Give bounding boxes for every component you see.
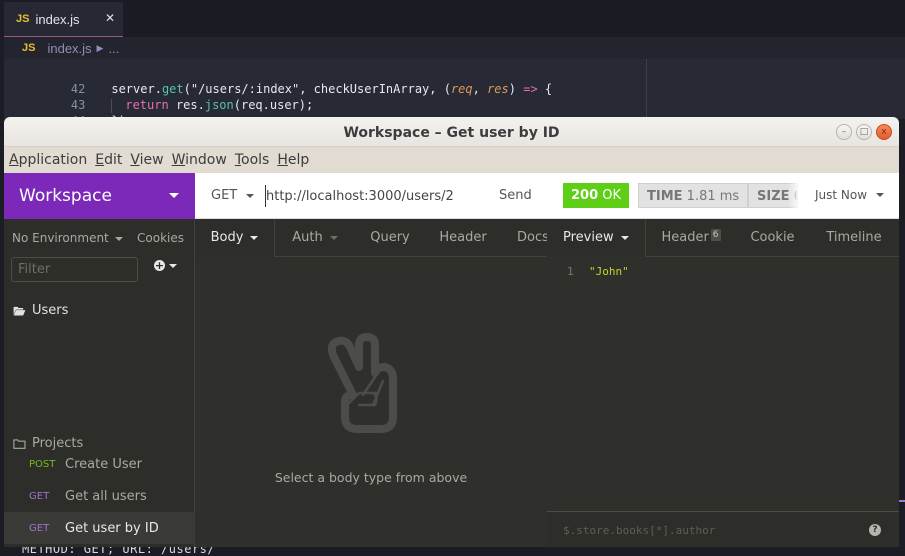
minimize-button[interactable]: – (836, 124, 852, 140)
request-item-get-all-users[interactable]: GET Get all users (4, 480, 195, 512)
response-filter-input[interactable] (563, 520, 863, 540)
request-name: Get user by ID (65, 520, 159, 536)
window-title: Workspace – Get user by ID (343, 125, 560, 141)
code-line: 42 server.get("/users/:index", checkUserI… (4, 65, 552, 96)
response-tabs: Preview Header 6 Cookie Timeline (547, 219, 899, 257)
body-empty-state: Select a body type from above (195, 257, 547, 547)
menu-view[interactable]: View (130, 152, 163, 168)
breadcrumb-more[interactable]: ... (108, 41, 119, 56)
maximize-button[interactable]: □ (856, 124, 872, 140)
tab-docs[interactable]: Docs (501, 219, 547, 257)
url-input[interactable] (265, 185, 475, 207)
tab-header[interactable]: Header (425, 219, 501, 257)
editor-tab-bar: JS index.js ✕ (0, 0, 905, 37)
chevron-down-icon (329, 235, 338, 240)
tab-preview[interactable]: Preview (547, 219, 646, 257)
chevron-down-icon (114, 236, 123, 241)
menu-application[interactable]: Application (9, 152, 87, 168)
add-request-button[interactable]: + (154, 260, 177, 271)
insomnia-window: Workspace – Get user by ID – □ x Applica… (4, 117, 899, 547)
breadcrumb-file[interactable]: index.js (47, 41, 91, 56)
menu-help[interactable]: Help (277, 152, 309, 168)
empty-state-message: Select a body type from above (274, 470, 468, 485)
folder-open-icon (13, 306, 26, 316)
folder-icon (13, 438, 26, 449)
tab-query[interactable]: Query (355, 219, 425, 257)
environment-dropdown[interactable]: No Environment (12, 231, 123, 245)
chevron-down-icon (250, 235, 259, 240)
tab-timeline[interactable]: Timeline (809, 219, 899, 257)
time-badge: TIME 1.81 ms (638, 183, 749, 208)
sidebar: Workspace No Environment Cookies + Users… (4, 173, 195, 547)
response-filter-bar: ? (547, 511, 899, 547)
code-line: 44}); (4, 97, 133, 128)
help-icon[interactable]: ? (869, 524, 881, 536)
status-badge: 200 OK (563, 183, 630, 208)
workspace-title: Workspace (19, 186, 112, 206)
method-badge: GET (29, 490, 50, 502)
editor-tab-label: index.js (35, 11, 80, 27)
request-name: Get all users (65, 488, 147, 504)
json-value: "John" (589, 265, 629, 278)
request-item-get-user-by-id[interactable]: GET Get user by ID (4, 512, 195, 544)
method-badge: GET (29, 522, 50, 534)
environment-row: No Environment Cookies (4, 219, 195, 257)
plus-circle-icon: + (154, 259, 165, 272)
cookies-button[interactable]: Cookies (137, 231, 184, 245)
menu-window[interactable]: Window (172, 152, 227, 168)
response-body[interactable]: 1 "John" (547, 257, 899, 511)
folder-users[interactable]: Users (13, 303, 68, 318)
ruler-line (646, 59, 647, 119)
header-count-badge: 6 (710, 229, 721, 241)
folder-label: Projects (32, 436, 84, 451)
method-dropdown[interactable]: GET (211, 188, 255, 203)
response-pane: 200 OK TIME 1.81 ms SIZE 6 Just Now Prev… (547, 173, 899, 547)
folder-label: Users (32, 303, 69, 318)
menu-tools[interactable]: Tools (235, 152, 270, 168)
url-bar: GET Send (195, 173, 547, 219)
response-status-bar: 200 OK TIME 1.81 ms SIZE 6 Just Now (547, 173, 899, 219)
chevron-down-icon (620, 235, 629, 240)
js-file-icon: JS (16, 13, 30, 25)
method-badge: POST (29, 458, 56, 470)
sidebar-filter-input[interactable] (11, 257, 138, 282)
menu-bar: Application Edit View Window Tools Help (4, 147, 899, 173)
menu-edit[interactable]: Edit (95, 152, 122, 168)
chevron-right-icon: ▶ (96, 42, 104, 53)
folder-projects[interactable]: Projects (13, 436, 83, 451)
request-tabs: Body Auth Query Header Docs (195, 219, 547, 257)
send-button[interactable]: Send (499, 188, 532, 203)
chevron-down-icon (169, 193, 179, 198)
tab-auth[interactable]: Auth (275, 219, 355, 257)
title-bar[interactable]: Workspace – Get user by ID – □ x (4, 117, 899, 147)
workspace-dropdown[interactable]: Workspace (4, 173, 195, 219)
request-item-create-user[interactable]: POST Create User (4, 448, 195, 480)
close-button[interactable]: x (876, 124, 892, 140)
line-number: 1 (567, 265, 574, 278)
code-area[interactable]: 42 server.get("/users/:index", checkUserI… (4, 59, 905, 128)
edge-accent (898, 500, 905, 502)
tab-cookie[interactable]: Cookie (736, 219, 809, 257)
request-name: Create User (65, 456, 142, 472)
editor-tab-index-js[interactable]: JS index.js ✕ (4, 2, 123, 37)
request-pane: GET Send Body Auth Query Header Docs (195, 173, 547, 547)
response-history-dropdown[interactable]: Just Now (815, 188, 885, 202)
chevron-down-icon (246, 193, 255, 198)
code-line: 43 return res.json(req.user); (4, 81, 313, 113)
close-icon[interactable]: ✕ (105, 11, 115, 25)
breadcrumb: JS index.js ▶ ... (4, 37, 905, 59)
tab-response-header[interactable]: Header 6 (646, 219, 736, 257)
js-file-icon: JS (22, 42, 36, 54)
chevron-down-icon (876, 193, 885, 197)
tab-body[interactable]: Body (195, 219, 275, 257)
peace-hand-icon (327, 333, 397, 433)
chevron-down-icon (169, 263, 177, 268)
